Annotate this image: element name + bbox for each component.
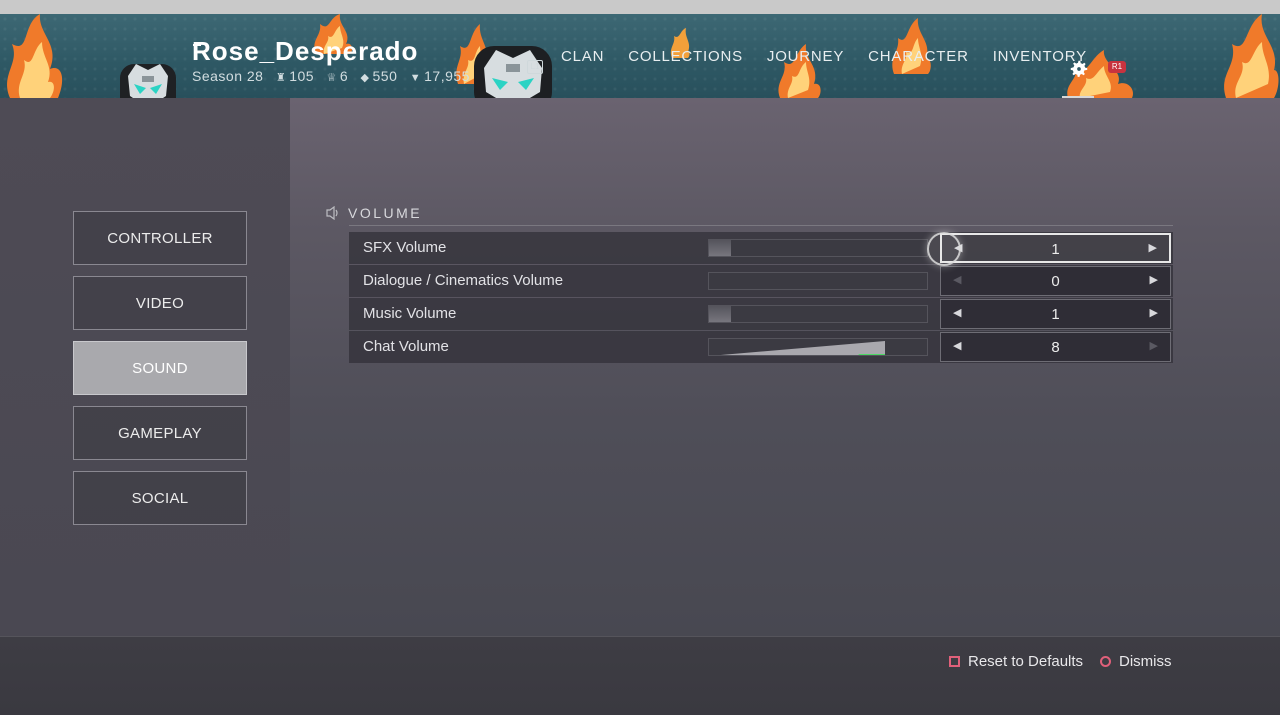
category-sound-button[interactable]: SOUND — [73, 341, 247, 395]
music-volume-stepper[interactable]: ◀ 1 ▶ — [940, 299, 1171, 329]
dialogue-volume-stepper[interactable]: ◀ 0 ▶ — [940, 266, 1171, 296]
row-label: SFX Volume — [363, 239, 447, 256]
ghost-emblem-icon — [474, 46, 552, 98]
sfx-volume-stepper[interactable]: ◀ 1 ▶ — [940, 233, 1171, 263]
section-divider — [349, 225, 1173, 226]
nav-collections[interactable]: COLLECTIONS — [628, 48, 743, 65]
stepper-value: 1 — [1051, 306, 1060, 323]
reset-label: Reset to Defaults — [968, 653, 1084, 670]
stepper-value: 0 — [1051, 273, 1060, 290]
browser-top-strip — [0, 0, 1280, 14]
square-button-icon — [949, 656, 960, 667]
top-nav: CLAN COLLECTIONS JOURNEY CHARACTER INVEN… — [556, 14, 1111, 98]
trophy-icon: ♜ — [275, 72, 287, 84]
r1-button-hint: R1 — [1108, 61, 1126, 73]
clan-emblem-icon — [120, 64, 176, 98]
increase-arrow-icon[interactable]: ▶ — [1150, 306, 1158, 319]
flame-decoration-icon — [1224, 14, 1279, 98]
category-video-button[interactable]: VIDEO — [73, 276, 247, 330]
dismiss-label: Dismiss — [1119, 653, 1172, 670]
circle-button-icon — [1100, 656, 1111, 667]
row-label: Chat Volume — [363, 338, 449, 355]
season-label: Season 28 — [192, 68, 264, 84]
dismiss-button[interactable]: Dismiss — [1100, 653, 1172, 670]
chat-volume-wedge — [720, 341, 885, 355]
speaker-icon — [326, 206, 338, 220]
row-label: Music Volume — [363, 305, 457, 322]
stat-diamond: ◆ 550 — [360, 68, 398, 84]
category-gameplay-button[interactable]: GAMEPLAY — [73, 406, 247, 460]
footer-bar: Reset to Defaults Dismiss — [0, 636, 1280, 715]
l1-button-hint: L1 — [527, 60, 543, 74]
controller-cursor — [927, 232, 961, 266]
increase-arrow-icon[interactable]: ▶ — [1149, 241, 1157, 254]
gear-icon[interactable] — [1068, 58, 1090, 80]
increase-arrow-icon[interactable]: ▶ — [1150, 273, 1158, 286]
chalice-icon: ♕ — [326, 72, 337, 84]
guardian-rank-icon: ▼ — [409, 72, 422, 84]
stat-rank: ▼ 17,955 — [409, 68, 470, 84]
volume-bar — [708, 305, 928, 323]
increase-arrow-icon[interactable]: ▶ — [1150, 339, 1158, 352]
volume-bar — [708, 338, 928, 356]
chat-volume-row[interactable]: Chat Volume ◀ 8 ▶ — [349, 331, 1173, 363]
stat-trophy: ♜ 105 — [275, 68, 315, 84]
flame-decoration-icon — [7, 14, 63, 98]
section-title: VOLUME — [348, 205, 423, 221]
category-social-button[interactable]: SOCIAL — [73, 471, 247, 525]
player-stats: Season 28 ♜ 105 ♕ 6 ◆ 550 ▼ 17,955 — [192, 68, 470, 84]
volume-bar — [708, 272, 928, 290]
music-volume-row[interactable]: Music Volume ◀ 1 ▶ — [349, 298, 1173, 330]
row-label: Dialogue / Cinematics Volume — [363, 272, 564, 289]
settings-content-panel — [290, 98, 1280, 636]
chat-volume-stepper[interactable]: ◀ 8 ▶ — [940, 332, 1171, 362]
dialogue-volume-row[interactable]: Dialogue / Cinematics Volume ◀ 0 ▶ — [349, 265, 1173, 297]
player-name: Rose_Desperado — [192, 36, 419, 66]
stat-chalice: ♕ 6 — [326, 68, 349, 84]
category-controller-button[interactable]: CONTROLLER — [73, 211, 247, 265]
volume-section-header: VOLUME — [326, 205, 422, 221]
nav-character[interactable]: CHARACTER — [868, 48, 969, 65]
sfx-volume-row[interactable]: SFX Volume ◀ 1 ▶ — [349, 232, 1173, 264]
reset-defaults-button[interactable]: Reset to Defaults — [949, 653, 1083, 670]
diamond-icon: ◆ — [360, 72, 370, 84]
volume-bar-fill — [709, 240, 731, 256]
nav-clan[interactable]: CLAN — [561, 48, 604, 65]
nav-journey[interactable]: JOURNEY — [767, 48, 844, 65]
stepper-value: 8 — [1051, 339, 1060, 356]
volume-bar-fill — [709, 306, 731, 322]
stepper-value: 1 — [1051, 241, 1060, 258]
volume-bar — [708, 239, 928, 257]
